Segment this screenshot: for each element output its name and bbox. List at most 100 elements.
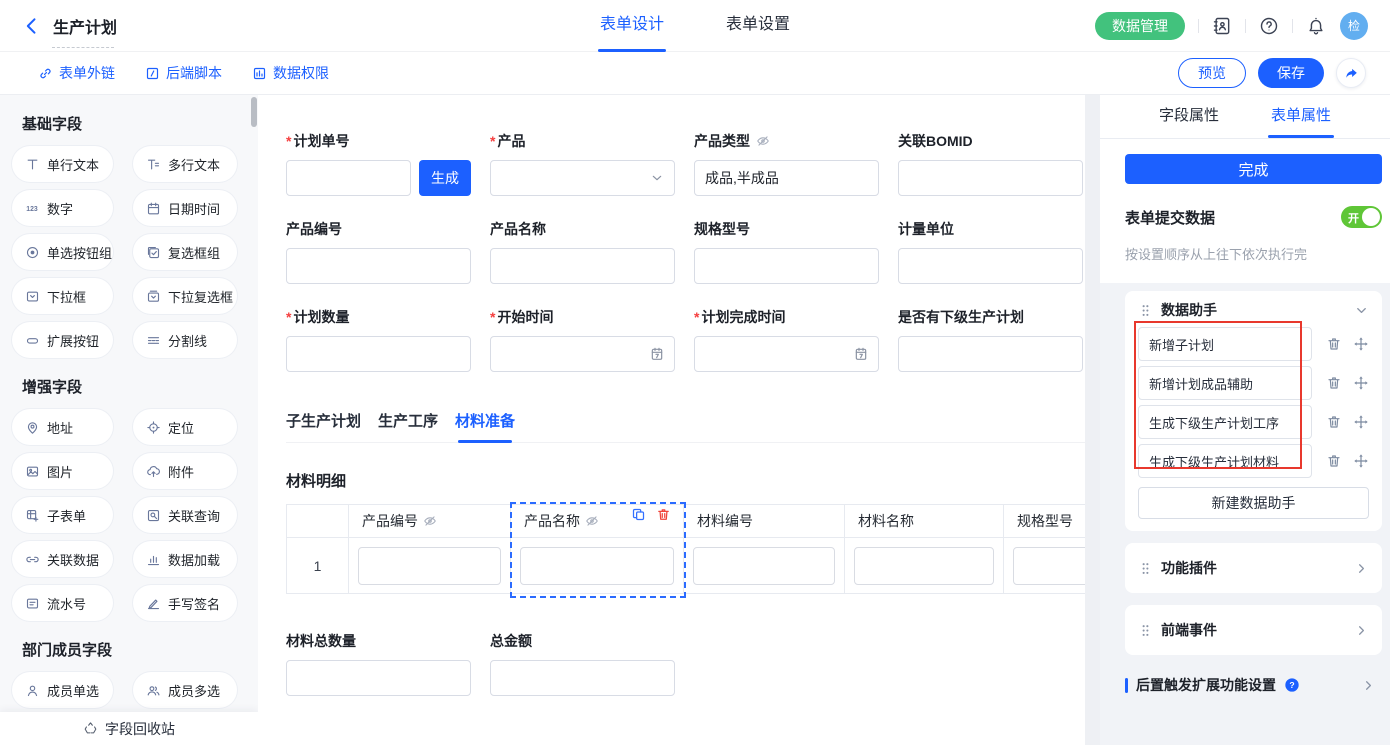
chevron-right-icon[interactable] xyxy=(1354,623,1369,638)
table-column-header[interactable]: 材料编号 xyxy=(684,505,845,537)
form-field[interactable]: 总金额 xyxy=(490,631,675,696)
select-input[interactable] xyxy=(490,160,675,196)
cell-input[interactable] xyxy=(520,547,674,585)
function-plugins-card[interactable]: 功能插件 xyxy=(1125,543,1382,593)
sidebar-item-lookup[interactable]: 关联查询 xyxy=(133,497,237,533)
done-button[interactable]: 完成 xyxy=(1125,154,1382,184)
text-input[interactable] xyxy=(286,248,471,284)
form-field[interactable]: 产品编号 xyxy=(286,219,471,284)
field-recycle-bin[interactable]: 字段回收站 xyxy=(0,712,258,745)
trash-icon[interactable] xyxy=(1326,336,1342,352)
move-icon[interactable] xyxy=(1353,375,1369,391)
tab-field-properties[interactable]: 字段属性 xyxy=(1159,95,1219,138)
move-icon[interactable] xyxy=(1353,453,1369,469)
assistant-item-button[interactable]: 生成下级生产计划材料 xyxy=(1138,444,1312,478)
cell-input[interactable] xyxy=(1013,547,1085,585)
new-data-assistant-button[interactable]: 新建数据助手 xyxy=(1138,487,1369,519)
form-field[interactable]: 关联BOMID xyxy=(898,131,1083,196)
backend-script-button[interactable]: 后端脚本 xyxy=(145,63,222,83)
copy-column-icon[interactable] xyxy=(631,507,646,522)
sidebar-item-image[interactable]: 图片 xyxy=(12,453,113,489)
sidebar-item-datetime[interactable]: 日期时间 xyxy=(133,190,237,226)
generate-button[interactable]: 生成 xyxy=(419,160,471,196)
text-input[interactable] xyxy=(694,248,879,284)
text-input[interactable] xyxy=(898,160,1083,196)
table-column-header[interactable]: 产品编号 xyxy=(349,505,511,537)
form-field[interactable]: *产品 xyxy=(490,131,675,196)
assistant-item-button[interactable]: 新增计划成品辅助 xyxy=(1138,366,1312,400)
cell-input[interactable] xyxy=(693,547,835,585)
sidebar-item-divider[interactable]: 分割线 xyxy=(133,322,237,358)
text-input[interactable] xyxy=(490,660,675,696)
sidebar-item-location[interactable]: 定位 xyxy=(133,409,237,445)
save-button[interactable]: 保存 xyxy=(1258,58,1324,88)
text-input[interactable] xyxy=(286,660,471,696)
move-icon[interactable] xyxy=(1353,336,1369,352)
share-button[interactable] xyxy=(1336,58,1366,88)
subtab-1[interactable]: 子生产计划 xyxy=(286,410,361,442)
assistant-item-button[interactable]: 生成下级生产计划工序 xyxy=(1138,405,1312,439)
help-icon[interactable] xyxy=(1259,16,1279,36)
data-manage-button[interactable]: 数据管理 xyxy=(1095,12,1185,40)
table-column-header[interactable]: 材料名称 xyxy=(845,505,1004,537)
chevron-right-icon[interactable] xyxy=(1361,678,1376,693)
question-circle-icon[interactable]: ? xyxy=(1284,677,1300,693)
form-field[interactable]: *开始时间 xyxy=(490,307,675,372)
subtab-3[interactable]: 材料准备 xyxy=(455,410,515,442)
text-input[interactable] xyxy=(286,160,411,196)
sidebar-item-subform[interactable]: 子表单 xyxy=(12,497,113,533)
text-input[interactable] xyxy=(286,336,471,372)
form-canvas[interactable]: *计划单号生成*产品产品类型成品,半成品关联BOMID产品编号产品名称规格型号计… xyxy=(258,95,1085,745)
data-permission-button[interactable]: 数据权限 xyxy=(252,63,329,83)
form-field[interactable]: 是否有下级生产计划 xyxy=(898,307,1083,372)
chevron-down-icon[interactable] xyxy=(1354,303,1369,318)
submit-data-toggle[interactable]: 开 xyxy=(1341,206,1382,228)
sidebar-item-signature[interactable]: 手写签名 xyxy=(133,585,237,621)
cell-input[interactable] xyxy=(358,547,501,585)
sidebar-item-member-single[interactable]: 成员单选 xyxy=(12,672,113,708)
form-field[interactable]: *计划完成时间 xyxy=(694,307,879,372)
frontend-events-card[interactable]: 前端事件 xyxy=(1125,605,1382,655)
sidebar-item-single-text[interactable]: 单行文本 xyxy=(12,146,113,182)
cell-input[interactable] xyxy=(854,547,994,585)
trash-icon[interactable] xyxy=(1326,453,1342,469)
sidebar-item-serial[interactable]: 流水号 xyxy=(12,585,113,621)
form-field[interactable]: 材料总数量 xyxy=(286,631,471,696)
drag-handle-icon[interactable] xyxy=(1138,623,1153,638)
chevron-right-icon[interactable] xyxy=(1354,561,1369,576)
sidebar-item-member-multi[interactable]: 成员多选 xyxy=(133,672,237,708)
sidebar-item-multi-text[interactable]: 多行文本 xyxy=(133,146,237,182)
form-field[interactable]: 规格型号 xyxy=(694,219,879,284)
tab-form-settings[interactable]: 表单设置 xyxy=(726,0,790,52)
subtab-2[interactable]: 生产工序 xyxy=(378,410,438,442)
sidebar-item-radio-group[interactable]: 单选按钮组 xyxy=(12,234,113,270)
drag-handle-icon[interactable] xyxy=(1138,303,1153,318)
form-field[interactable]: *计划数量 xyxy=(286,307,471,372)
back-icon[interactable] xyxy=(22,16,42,36)
sidebar-item-dropdown-multi[interactable]: 下拉复选框 xyxy=(133,278,237,314)
sidebar-item-extend-button[interactable]: 扩展按钮 xyxy=(12,322,113,358)
form-field[interactable]: 产品类型成品,半成品 xyxy=(694,131,879,196)
text-input[interactable] xyxy=(490,248,675,284)
date-input[interactable] xyxy=(490,336,675,372)
sidebar-item-dropdown[interactable]: 下拉框 xyxy=(12,278,113,314)
form-field[interactable]: *计划单号生成 xyxy=(286,131,471,196)
avatar[interactable]: 检 xyxy=(1340,12,1368,40)
table-column-header[interactable]: 规格型号 xyxy=(1004,505,1085,537)
form-field[interactable]: 计量单位 xyxy=(898,219,1083,284)
drag-handle-icon[interactable] xyxy=(1138,561,1153,576)
assistant-item-button[interactable]: 新增子计划 xyxy=(1138,327,1312,361)
text-input[interactable] xyxy=(898,248,1083,284)
bell-icon[interactable] xyxy=(1306,16,1326,36)
post-trigger-settings[interactable]: 后置触发扩展功能设置 ? xyxy=(1125,675,1382,695)
date-input[interactable] xyxy=(694,336,879,372)
text-input[interactable]: 成品,半成品 xyxy=(694,160,879,196)
sidebar-item-checkbox-group[interactable]: 复选框组 xyxy=(133,234,237,270)
sidebar-item-data-load[interactable]: 数据加载 xyxy=(133,541,237,577)
sidebar-item-attachment[interactable]: 附件 xyxy=(133,453,237,489)
trash-icon[interactable] xyxy=(1326,414,1342,430)
sidebar-scrollbar[interactable] xyxy=(251,97,257,127)
trash-icon[interactable] xyxy=(1326,375,1342,391)
address-book-icon[interactable] xyxy=(1212,16,1232,36)
form-field[interactable]: 产品名称 xyxy=(490,219,675,284)
